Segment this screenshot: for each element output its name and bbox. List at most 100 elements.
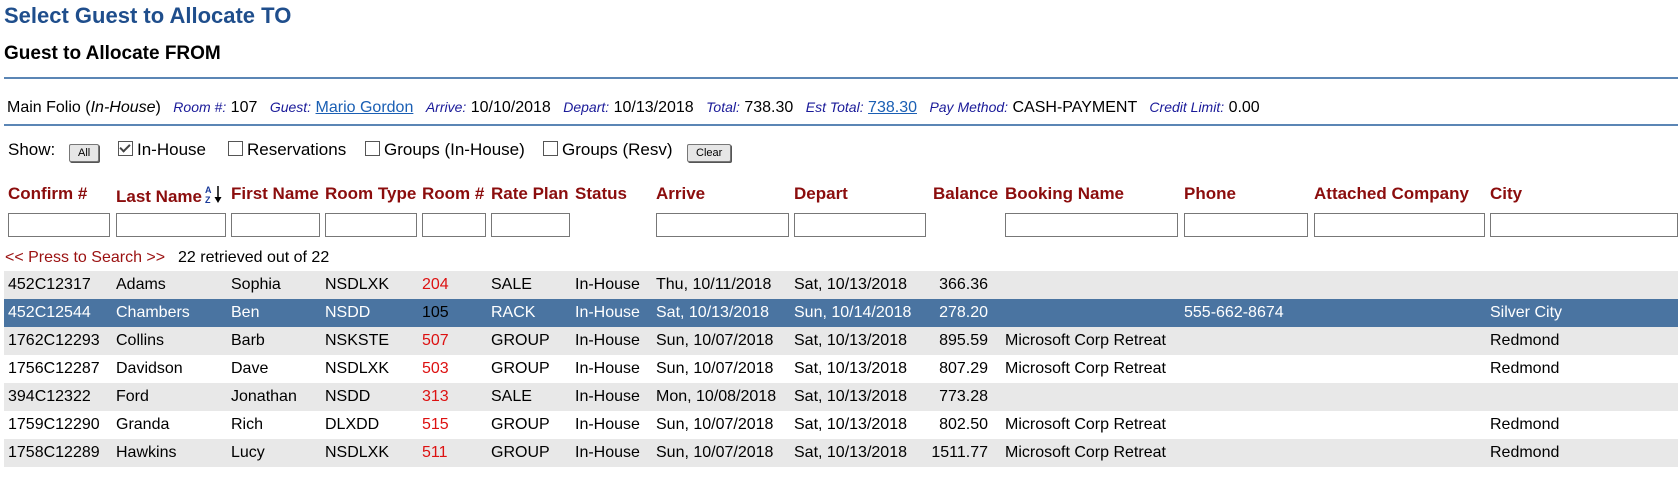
cell-booking-name: Microsoft Corp Retreat	[1005, 360, 1166, 377]
filter-input-booking-name[interactable]	[1005, 213, 1178, 237]
filter-input-confirm[interactable]	[8, 213, 110, 237]
column-header-city[interactable]: City	[1490, 184, 1522, 204]
cell-room-type: NSDLXK	[325, 360, 390, 377]
cell-status: In-House	[575, 360, 640, 377]
cell-booking-name: Microsoft Corp Retreat	[1005, 416, 1166, 433]
cell-balance: 278.20	[939, 304, 988, 321]
cell-room-type: NSDLXK	[325, 276, 390, 293]
checkbox-icon[interactable]	[118, 141, 133, 156]
filter-input-phone[interactable]	[1184, 213, 1308, 237]
table-row[interactable]: 394C12322 Ford Jonathan NSDD 313 SALE In-House…	[4, 383, 1678, 411]
show-label: Show:	[8, 140, 56, 159]
folio-name: Main Folio	[7, 99, 81, 116]
column-header-attached-company[interactable]: Attached Company	[1314, 184, 1469, 204]
column-header-label: Room Type	[325, 184, 417, 203]
checkbox-icon[interactable]	[228, 141, 243, 156]
cell-confirm: 394C12322	[8, 388, 91, 405]
guest-label: Guest:	[269, 99, 312, 115]
filter-input-rate-plan[interactable]	[491, 213, 570, 237]
filter-input-arrive[interactable]	[656, 213, 789, 237]
column-header-phone[interactable]: Phone	[1184, 184, 1236, 204]
cell-confirm: 452C12544	[8, 304, 91, 321]
filter-input-first-name[interactable]	[231, 213, 320, 237]
cell-status: In-House	[575, 304, 640, 321]
cell-last-name: Hawkins	[116, 444, 177, 461]
column-header-rate-plan[interactable]: Rate Plan	[491, 184, 568, 204]
cell-last-name: Collins	[116, 332, 165, 349]
total-label: Total:	[706, 99, 740, 115]
cell-room-number: 515	[422, 416, 449, 433]
cell-room-type: NSKSTE	[325, 332, 390, 349]
cell-confirm: 1762C12293	[8, 332, 100, 349]
column-header-label: Last Name	[116, 187, 202, 206]
cell-rate-plan: GROUP	[491, 332, 550, 349]
cell-confirm: 1756C12287	[8, 360, 100, 377]
cell-depart: Sat, 10/13/2018	[794, 444, 907, 461]
table-row[interactable]: 1762C12293 Collins Barb NSKSTE 507 GROUP In-Ho…	[4, 327, 1678, 355]
est-total-label: Est Total:	[805, 99, 864, 115]
column-header-last-name[interactable]: Last Name A Z	[116, 184, 223, 207]
table-row[interactable]: 1756C12287 Davidson Dave NSDLXK 503 GROUP In-H…	[4, 355, 1678, 383]
filter-input-city[interactable]	[1490, 213, 1678, 237]
column-header-depart[interactable]: Depart	[794, 184, 848, 204]
cell-depart: Sat, 10/13/2018	[794, 276, 907, 293]
arrive-label: Arrive:	[425, 99, 467, 115]
divider	[4, 77, 1678, 79]
table-row[interactable]: 1759C12290 Granda Rich DLXDD 515 GROUP In-Hous…	[4, 411, 1678, 439]
sub-title: Guest to Allocate FROM	[4, 43, 221, 64]
column-header-arrive[interactable]: Arrive	[656, 184, 705, 204]
cell-confirm: 452C12317	[8, 276, 91, 293]
column-header-label: Balance	[933, 184, 999, 203]
column-header-label: Room #	[422, 184, 485, 203]
column-header-label: City	[1490, 184, 1523, 203]
filter-groups-in-house[interactable]: Groups (In-House)	[365, 140, 525, 160]
filter-input-last-name[interactable]	[116, 213, 226, 237]
filter-label: Groups (In-House)	[384, 140, 525, 159]
press-to-search-link[interactable]: << Press to Search >>	[5, 249, 165, 267]
checkbox-icon[interactable]	[543, 141, 558, 156]
cell-first-name: Ben	[231, 304, 260, 321]
folio-status: In-House	[90, 99, 156, 116]
checkbox-icon[interactable]	[365, 141, 380, 156]
filter-input-room-number[interactable]	[422, 213, 486, 237]
cell-balance: 1511.77	[931, 444, 988, 461]
column-header-label: First Name	[231, 184, 319, 203]
cell-room-number: 313	[422, 388, 449, 405]
table-row[interactable]: 452C12544 Chambers Ben NSDD 105 RACK In-House S…	[4, 299, 1678, 327]
sort-az-icon[interactable]: AZ	[205, 184, 223, 204]
cell-room-type: NSDD	[325, 304, 371, 321]
filter-reservations[interactable]: Reservations	[228, 140, 346, 160]
filter-input-attached-company[interactable]	[1314, 213, 1485, 237]
all-button[interactable]: All	[69, 144, 100, 162]
cell-arrive: Sun, 10/07/2018	[656, 332, 774, 349]
column-header-room-type[interactable]: Room Type	[325, 184, 416, 204]
column-header-label: Depart	[794, 184, 848, 203]
column-header-first-name[interactable]: First Name	[231, 184, 319, 204]
cell-status: In-House	[575, 332, 640, 349]
filter-in-house[interactable]: In-House	[118, 140, 206, 160]
est-total-link[interactable]: 738.30	[868, 99, 917, 116]
cell-first-name: Lucy	[231, 444, 265, 461]
filter-input-room-type[interactable]	[325, 213, 417, 237]
table-row[interactable]: 452C12317 Adams Sophia NSDLXK 204 SALE In-Hous…	[4, 271, 1678, 299]
clear-button[interactable]: Clear	[687, 144, 732, 162]
pay-method-value: CASH-PAYMENT	[1012, 99, 1137, 116]
guest-link[interactable]: Mario Gordon	[316, 99, 414, 116]
cell-last-name: Chambers	[116, 304, 190, 321]
column-header-booking-name[interactable]: Booking Name	[1005, 184, 1124, 204]
cell-city: Silver City	[1490, 304, 1563, 321]
cell-first-name: Sophia	[231, 276, 281, 293]
column-header-balance[interactable]: Balance	[933, 184, 998, 204]
divider	[4, 124, 1678, 126]
column-header-confirm[interactable]: Confirm #	[8, 184, 87, 204]
svg-text:A: A	[205, 185, 212, 195]
column-header-room-number[interactable]: Room #	[422, 184, 484, 204]
filter-input-depart[interactable]	[794, 213, 926, 237]
cell-booking-name: Microsoft Corp Retreat	[1005, 332, 1166, 349]
cell-room-type: DLXDD	[325, 416, 380, 433]
depart-value: 10/13/2018	[613, 99, 694, 116]
filter-groups-resv[interactable]: Groups (Resv)	[543, 140, 673, 160]
credit-limit-label: Credit Limit:	[1149, 99, 1225, 115]
column-header-status[interactable]: Status	[575, 184, 627, 204]
table-row[interactable]: 1758C12289 Hawkins Lucy NSDLXK 511 GROUP In-Ho…	[4, 439, 1678, 467]
